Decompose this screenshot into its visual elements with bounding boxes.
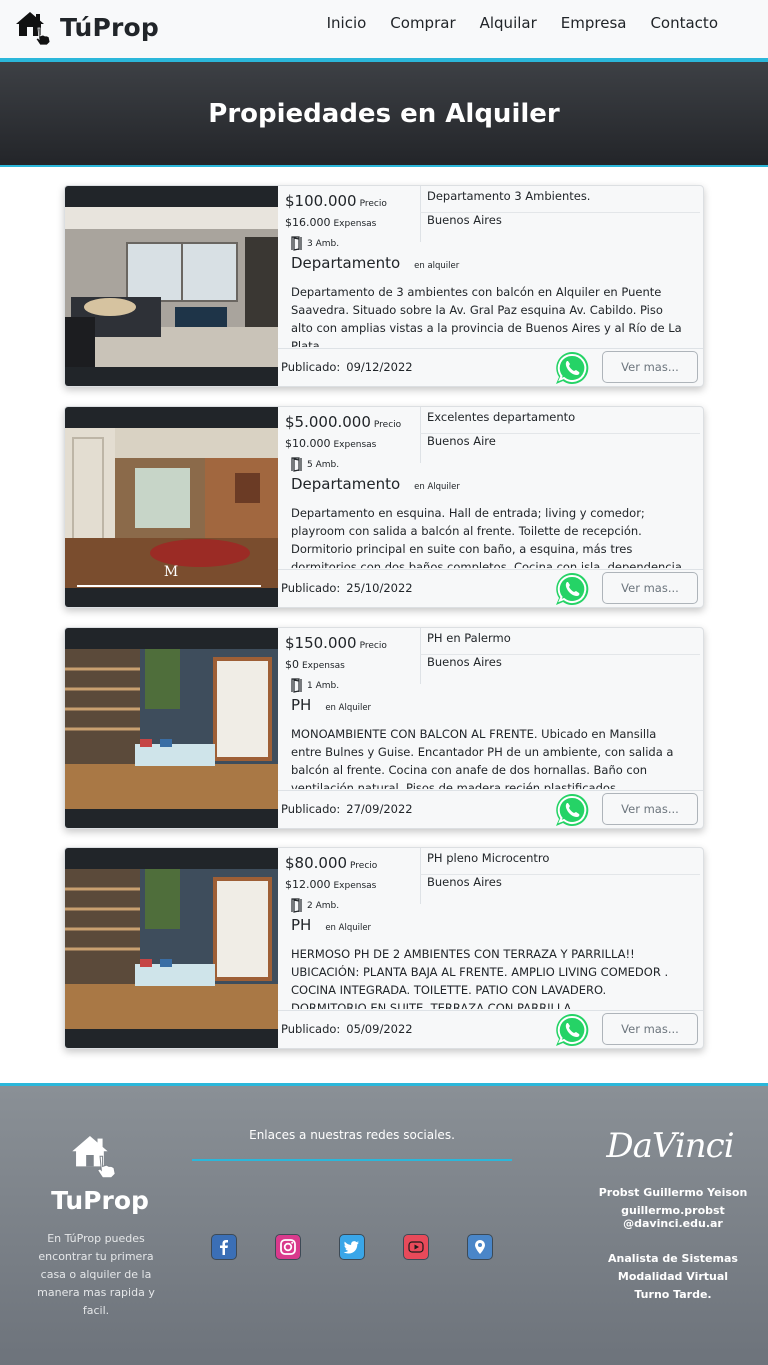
ph-living-photo xyxy=(65,869,278,1029)
house-hand-icon xyxy=(72,1136,116,1179)
status-badge: en alquiler xyxy=(414,261,460,271)
price: $5.000.000 Precio xyxy=(285,413,402,431)
nav-link-comprar[interactable]: Comprar xyxy=(390,14,455,32)
listing-card: $150.000 Precio $0 Expensas 1 Amb. PH en A… xyxy=(64,627,704,829)
listing-photo[interactable] xyxy=(65,848,278,1048)
listing-title: PH en Palermo xyxy=(427,631,511,645)
divider xyxy=(420,186,421,242)
listing-photo[interactable] xyxy=(65,186,278,386)
rooms: 3 Amb. xyxy=(291,236,339,251)
house-hand-icon xyxy=(16,12,51,46)
location-icon[interactable] xyxy=(467,1234,493,1260)
view-more-button[interactable]: Ver mas... xyxy=(602,572,698,604)
rooms: 1 Amb. xyxy=(291,678,339,693)
published-date: Publicado: 09/12/2022 xyxy=(281,360,413,374)
instagram-icon[interactable] xyxy=(275,1234,301,1260)
expenses: $0 Expensas xyxy=(285,658,345,671)
property-type: Departamento en alquiler xyxy=(291,254,460,272)
listing-title: Departamento 3 Ambientes. xyxy=(427,189,591,203)
published-date: Publicado: 27/09/2022 xyxy=(281,802,413,816)
nav-link-contacto[interactable]: Contacto xyxy=(650,14,718,32)
listing-description: Departamento de 3 ambientes con balcón e… xyxy=(291,285,682,347)
hero-banner: Propiedades en Alquiler xyxy=(0,58,768,167)
living-room-photo xyxy=(65,207,278,367)
listing-card: M $5.000.000 Precio $10.000 Expensas 5 Amb… xyxy=(64,406,704,608)
property-type: Departamento en Alquiler xyxy=(291,475,460,493)
divider xyxy=(192,1159,512,1161)
whatsapp-icon[interactable] xyxy=(554,350,590,386)
apartment-hall-photo: M xyxy=(65,428,278,588)
rooms: 5 Amb. xyxy=(291,457,339,472)
footer-brand: TuProp xyxy=(51,1186,149,1215)
nav-link-alquilar[interactable]: Alquilar xyxy=(480,14,537,32)
listing-city: Buenos Aire xyxy=(427,434,496,448)
status-badge: en Alquiler xyxy=(325,703,372,713)
listing-photo[interactable]: M xyxy=(65,407,278,607)
door-icon xyxy=(291,457,302,472)
view-more-button[interactable]: Ver mas... xyxy=(602,351,698,383)
listing-city: Buenos Aires xyxy=(427,875,502,889)
expenses: $16.000 Expensas xyxy=(285,216,377,229)
rooms: 2 Amb. xyxy=(291,898,339,913)
whatsapp-icon[interactable] xyxy=(554,1012,590,1048)
view-more-button[interactable]: Ver mas... xyxy=(602,793,698,825)
listing-description: MONOAMBIENTE CON BALCON AL FRENTE. Ubica… xyxy=(291,727,674,789)
price: $80.000 Precio xyxy=(285,854,378,872)
nav-link-empresa[interactable]: Empresa xyxy=(561,14,627,32)
whatsapp-icon[interactable] xyxy=(554,571,590,607)
divider xyxy=(420,848,421,904)
listing-card: $100.000 Precio $16.000 Expensas 3 Amb. De… xyxy=(64,185,704,387)
footer-about: En TúProp puedes encontrar tu primera ca… xyxy=(37,1232,155,1317)
whatsapp-icon[interactable] xyxy=(554,792,590,828)
page-title: Propiedades en Alquiler xyxy=(208,99,560,129)
divider xyxy=(420,407,421,463)
twitter-icon[interactable] xyxy=(339,1234,365,1260)
door-icon xyxy=(291,898,302,913)
status-badge: en Alquiler xyxy=(325,923,372,933)
brand-logo[interactable]: TúProp xyxy=(14,8,159,46)
youtube-icon[interactable] xyxy=(403,1234,429,1260)
listing-description: HERMOSO PH DE 2 AMBIENTES CON TERRAZA Y … xyxy=(291,947,669,1009)
expenses: $10.000 Expensas xyxy=(285,437,377,450)
author-email: guillermo.probst @davinci.edu.ar xyxy=(621,1204,725,1230)
facebook-icon[interactable] xyxy=(211,1234,237,1260)
davinci-logo: DaVinci xyxy=(606,1126,734,1166)
listing-photo[interactable] xyxy=(65,628,278,828)
listing-city: Buenos Aires xyxy=(427,213,502,227)
social-links-title: Enlaces a nuestras redes sociales. xyxy=(249,1128,455,1142)
door-icon xyxy=(291,236,302,251)
expenses: $12.000 Expensas xyxy=(285,878,377,891)
status-badge: en Alquiler xyxy=(414,482,460,492)
door-icon xyxy=(291,678,302,693)
view-more-button[interactable]: Ver mas... xyxy=(602,1013,698,1045)
svg-text:M: M xyxy=(164,564,178,580)
navbar: TúProp Inicio Comprar Alquilar Empresa C… xyxy=(0,0,768,58)
ph-living-photo xyxy=(65,649,278,809)
course-info: Analista de Sistemas Modalidad Virtual T… xyxy=(608,1252,738,1301)
author-name: Probst Guillermo Yeison xyxy=(598,1186,748,1199)
divider xyxy=(420,628,421,684)
listing-description: Departamento en esquina. Hall de entrada… xyxy=(291,506,682,568)
social-links xyxy=(211,1234,493,1260)
listing-card: $80.000 Precio $12.000 Expensas 2 Amb. PH … xyxy=(64,847,704,1049)
brand-name: TúProp xyxy=(60,12,160,42)
nav-link-inicio[interactable]: Inicio xyxy=(327,14,367,32)
nav-menu: Inicio Comprar Alquilar Empresa Contacto xyxy=(327,14,718,32)
listing-title: Excelentes departamento xyxy=(427,410,576,424)
price: $100.000 Precio xyxy=(285,192,387,210)
property-type: PH en Alquiler xyxy=(291,696,372,714)
published-date: Publicado: 25/10/2022 xyxy=(281,581,413,595)
listing-city: Buenos Aires xyxy=(427,655,502,669)
listing-title: PH pleno Microcentro xyxy=(427,851,550,865)
property-type: PH en Alquiler xyxy=(291,916,372,934)
price: $150.000 Precio xyxy=(285,634,387,652)
published-date: Publicado: 05/09/2022 xyxy=(281,1022,413,1036)
footer: TuProp En TúProp puedes encontrar tu pri… xyxy=(0,1083,768,1365)
